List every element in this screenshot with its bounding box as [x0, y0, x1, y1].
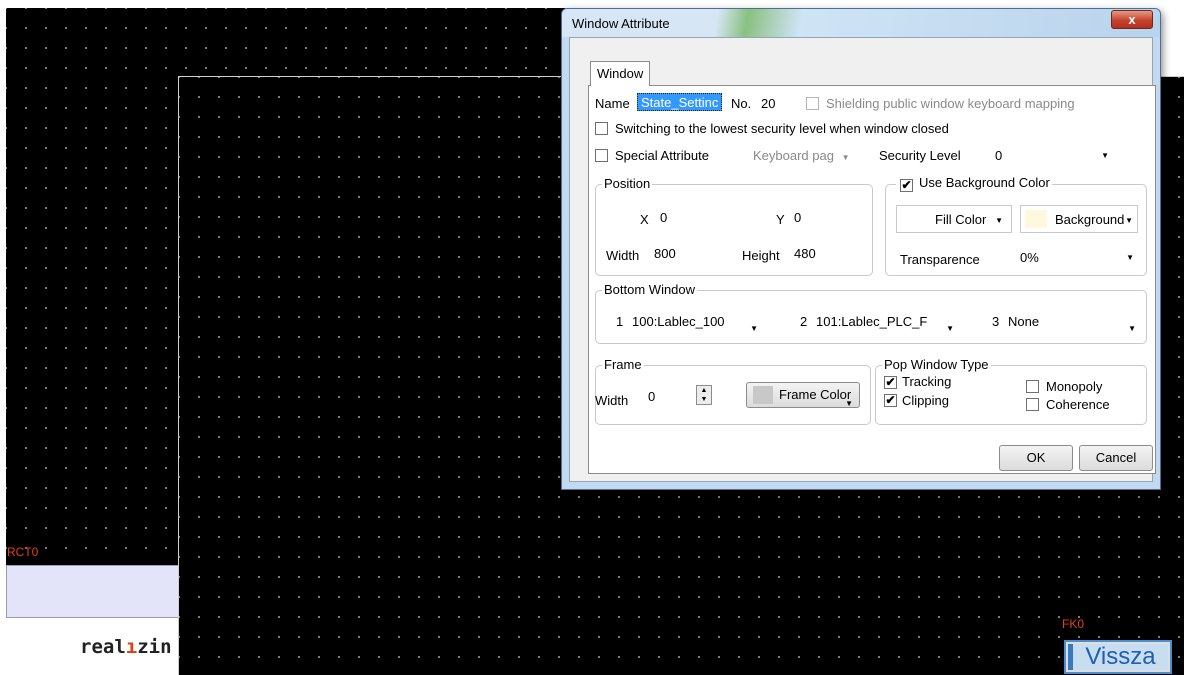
- frame-color-button[interactable]: Frame Color ▼: [746, 382, 860, 408]
- y-field[interactable]: 0: [790, 205, 870, 230]
- name-label: Name: [595, 96, 630, 111]
- frame-width-label: Width: [595, 393, 629, 408]
- fill-color-button[interactable]: Fill Color ▼: [896, 205, 1012, 233]
- frame-color-label: Frame Color: [779, 387, 852, 402]
- position-legend: Position: [602, 176, 653, 191]
- window-attribute-dialog: Window Attribute x Window Name State_Set…: [561, 8, 1161, 490]
- frame-width-stepper[interactable]: 0 ▲ ▼: [642, 383, 718, 408]
- height-field[interactable]: 480: [790, 241, 870, 266]
- ok-button[interactable]: OK: [999, 445, 1073, 471]
- use-background-checkbox[interactable]: ✔: [900, 179, 913, 192]
- monopoly-checkbox[interactable]: [1026, 380, 1039, 393]
- coherence-label: Coherence: [1046, 397, 1110, 412]
- logo-text-post: zin: [137, 636, 172, 658]
- transparence-select[interactable]: 0% ▼: [1014, 245, 1138, 269]
- transparence-value: 0%: [1020, 250, 1039, 265]
- tracking-label: Tracking: [902, 374, 952, 389]
- y-label: Y: [776, 212, 785, 227]
- close-icon: x: [1128, 12, 1136, 27]
- pop-window-type-legend: Pop Window Type: [882, 357, 991, 372]
- dialog-titlebar[interactable]: Window Attribute x: [562, 9, 1160, 37]
- dialog-title: Window Attribute: [572, 16, 670, 31]
- logo-text-pre: real: [80, 636, 126, 658]
- shielding-label: Shielding public window keyboard mapping: [826, 96, 1075, 111]
- logo-text-accent: ı: [125, 636, 138, 658]
- chevron-down-icon: ▼: [995, 216, 1003, 225]
- x-label: X: [640, 212, 649, 227]
- footer-bar-back: [6, 565, 182, 618]
- height-label: Height: [742, 248, 780, 263]
- name-field-value: State_Settinc: [637, 93, 723, 111]
- monopoly-label: Monopoly: [1046, 379, 1103, 394]
- rct0-label: RCT0: [7, 545, 39, 559]
- frame-group: Frame Width 0 ▲ ▼ Frame Color ▼: [595, 357, 871, 425]
- window-tab-panel: Name State_Settinc No. 20 Shielding publ…: [588, 85, 1156, 474]
- shielding-checkbox[interactable]: [806, 97, 819, 110]
- width-field[interactable]: 800: [650, 241, 728, 266]
- clipping-label: Clipping: [902, 393, 949, 408]
- no-label: No.: [731, 96, 752, 111]
- name-field[interactable]: State_Settinc: [635, 90, 723, 114]
- fk0-label: FK0: [1062, 617, 1085, 631]
- keyboard-page-select[interactable]: Keyboard pag ▼: [753, 148, 850, 163]
- realizing-logo: realızin: [80, 636, 172, 658]
- chevron-down-icon: ▼: [845, 399, 853, 408]
- close-button[interactable]: x: [1111, 10, 1153, 29]
- chevron-down-icon: ▼: [1101, 151, 1109, 160]
- special-attribute-label: Special Attribute: [615, 148, 709, 163]
- clipping-checkbox[interactable]: ✔: [884, 394, 897, 407]
- background-color-button[interactable]: Background ▼: [1020, 205, 1138, 233]
- bottom-window-3-select[interactable]: None ▼: [1004, 310, 1140, 333]
- bottom-window-3-value: None: [1008, 314, 1040, 329]
- spinner-icon[interactable]: ▲ ▼: [696, 385, 712, 405]
- bottom-window-2-value: 101:Lablec_PLC_F: [816, 314, 928, 329]
- frame-width-value: 0: [648, 389, 656, 404]
- background-label: Background: [1055, 212, 1125, 227]
- use-background-legend: ✔ Use Background Color: [896, 175, 1052, 192]
- switch-lowest-checkbox[interactable]: [595, 122, 608, 135]
- slot2-number: 2: [800, 314, 808, 329]
- bottom-window-1-select[interactable]: 100:Lablec_100 ▼: [628, 310, 766, 333]
- slot1-number: 1: [616, 314, 624, 329]
- frame-legend: Frame: [602, 357, 644, 372]
- use-background-label: Use Background Color: [919, 175, 1050, 190]
- chevron-down-icon: ▼: [841, 153, 850, 162]
- switch-lowest-label: Switching to the lowest security level w…: [615, 121, 949, 136]
- special-attribute-checkbox[interactable]: [595, 149, 608, 162]
- cancel-button[interactable]: Cancel: [1079, 445, 1153, 471]
- width-label: Width: [606, 248, 640, 263]
- security-level-label: Security Level: [879, 148, 961, 163]
- vissza-button[interactable]: Vissza: [1064, 640, 1172, 674]
- bottom-window-legend: Bottom Window: [602, 282, 698, 297]
- chevron-down-icon: ▼: [1128, 324, 1136, 333]
- chevron-down-icon: ▼: [1126, 253, 1134, 262]
- tab-window[interactable]: Window: [590, 61, 651, 86]
- chevron-down-icon: ▼: [1125, 216, 1133, 225]
- bottom-window-1-value: 100:Lablec_100: [632, 314, 725, 329]
- keyboard-page-value: Keyboard pag: [753, 148, 834, 163]
- x-field[interactable]: 0: [656, 205, 728, 230]
- chevron-down-icon: ▼: [750, 324, 758, 333]
- bottom-window-group: Bottom Window 1 100:Lablec_100 ▼ 2 101:L…: [595, 282, 1147, 344]
- security-level-value: 0: [995, 148, 1003, 163]
- slot3-number: 3: [992, 314, 1000, 329]
- pop-window-type-group: Pop Window Type ✔ Tracking ✔ Clipping Mo…: [875, 357, 1147, 425]
- background-swatch: [1025, 210, 1047, 228]
- bottom-window-2-select[interactable]: 101:Lablec_PLC_F ▼: [812, 310, 960, 333]
- tracking-checkbox[interactable]: ✔: [884, 376, 897, 389]
- chevron-down-icon: ▼: [946, 324, 954, 333]
- transparence-label: Transparence: [900, 252, 980, 267]
- frame-color-swatch: [753, 386, 773, 404]
- background-group: ✔ Use Background Color Fill Color ▼ Backg…: [885, 175, 1147, 276]
- position-group: Position X 0 Y 0 Width 800 Height 480: [595, 176, 873, 276]
- fill-color-label: Fill Color: [935, 212, 987, 227]
- coherence-checkbox[interactable]: [1026, 398, 1039, 411]
- no-value[interactable]: 20: [761, 96, 775, 111]
- dialog-client: Window Name State_Settinc No. 20 Shieldi…: [569, 37, 1156, 482]
- security-level-select[interactable]: 0 ▼: [989, 144, 1113, 168]
- vissza-button-label: Vissza: [1068, 644, 1168, 670]
